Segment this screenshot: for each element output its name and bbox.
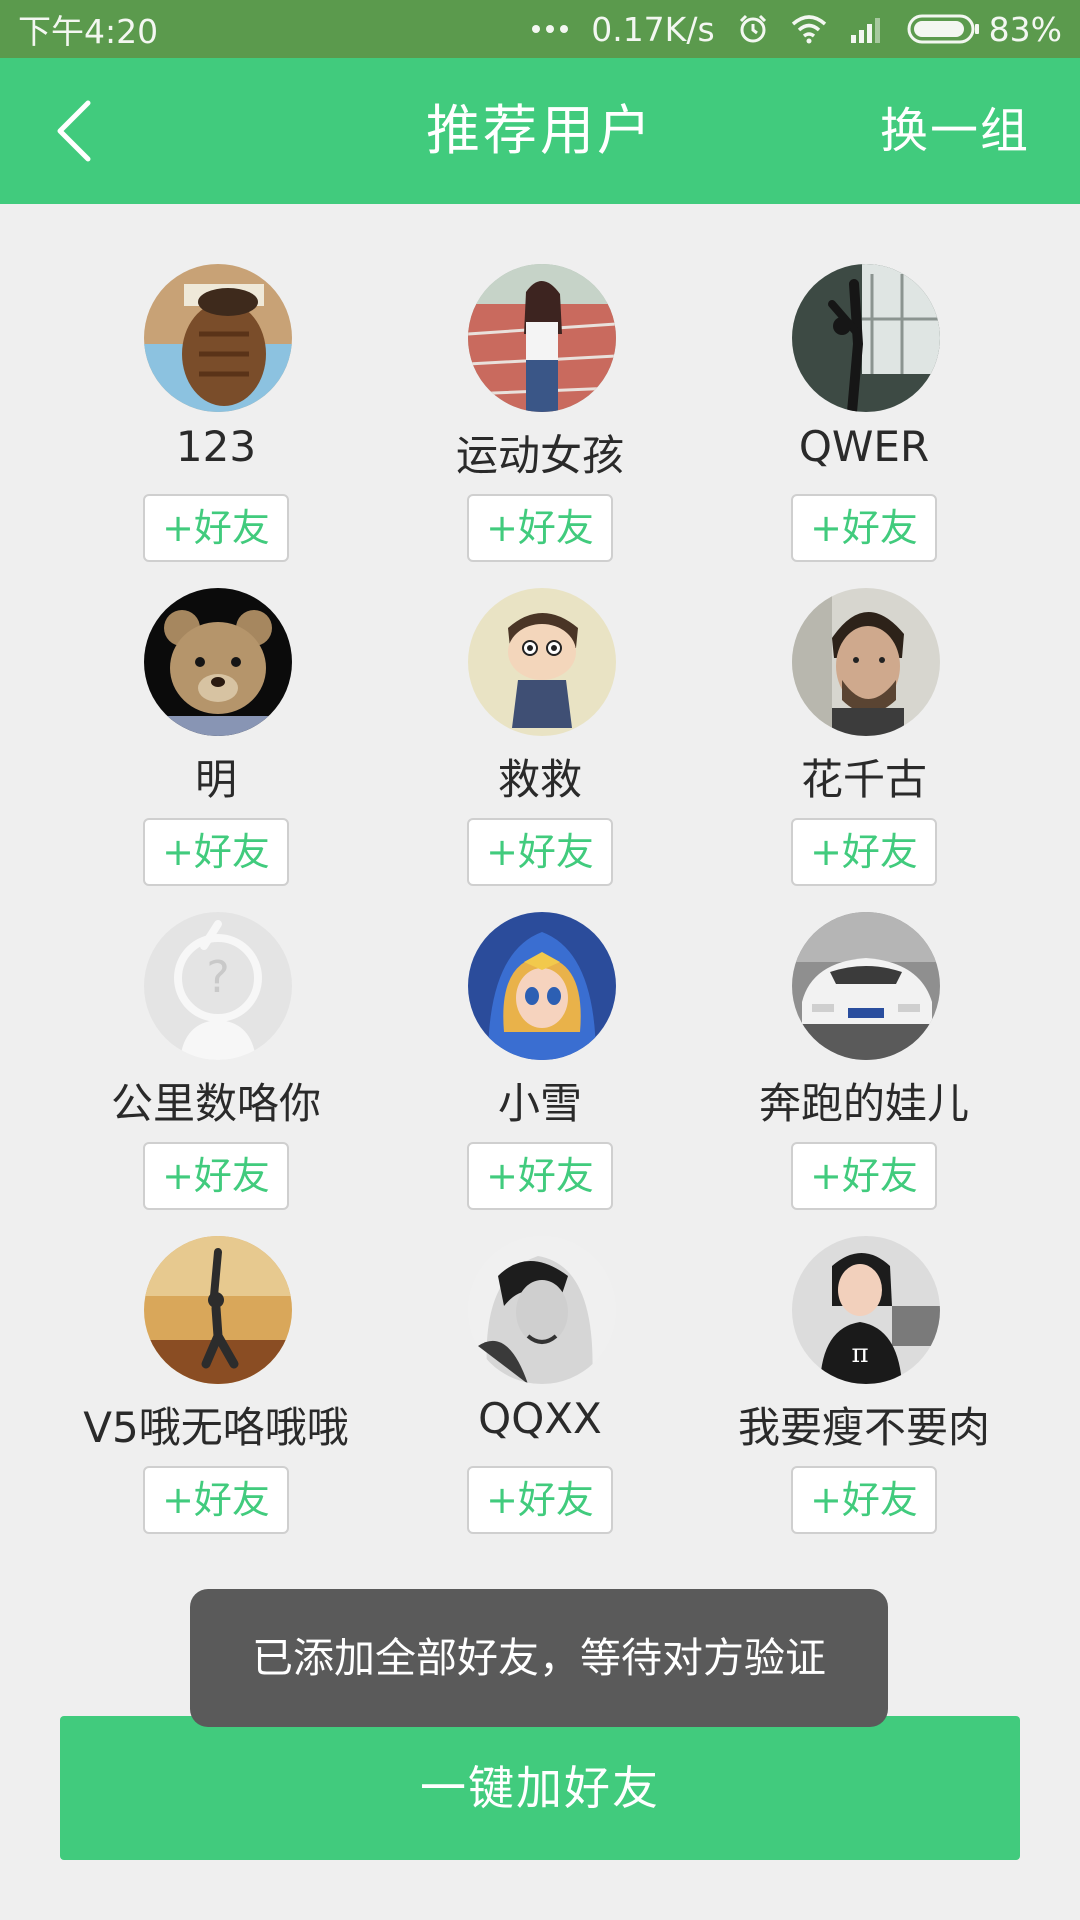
- game-princess-avatar[interactable]: [468, 912, 616, 1060]
- user-name: 123: [175, 422, 257, 471]
- office-woman-avatar[interactable]: π: [792, 1236, 940, 1384]
- user-card: 花千古 +好友: [702, 528, 1026, 886]
- user-card: 运动女孩 +好友: [378, 204, 702, 562]
- user-card: 救救 +好友: [378, 528, 702, 886]
- user-card: V5哦无咯哦哦 +好友: [54, 1176, 378, 1534]
- bearded-man-avatar[interactable]: [792, 588, 940, 736]
- user-card: 奔跑的娃儿 +好友: [702, 852, 1026, 1210]
- blonde-woman-bw-avatar[interactable]: [468, 1236, 616, 1384]
- user-name: QWER: [798, 422, 930, 471]
- user-card: 123 +好友: [54, 204, 378, 562]
- status-time: 下午4:20: [18, 12, 159, 51]
- status-bar: 下午4:20 0.17K/s 83%: [0, 0, 1080, 58]
- user-name: 救救: [497, 755, 582, 804]
- svg-text:?: ?: [206, 952, 229, 1003]
- toast-message: 已添加全部好友，等待对方验证: [190, 1589, 888, 1727]
- user-name: V5哦无咯哦哦: [83, 1403, 349, 1452]
- network-speed: 0.17K/s: [591, 9, 715, 49]
- yoga-woman-avatar[interactable]: [144, 1236, 292, 1384]
- user-name: 奔跑的娃儿: [758, 1079, 969, 1128]
- user-name: QQXX: [478, 1394, 602, 1443]
- girl-on-track-avatar[interactable]: [468, 264, 616, 412]
- white-car-avatar[interactable]: [792, 912, 940, 1060]
- refresh-group-button[interactable]: 换一组: [880, 58, 1030, 204]
- user-card: π 我要瘦不要肉 +好友: [702, 1176, 1026, 1534]
- cartoon-boy-avatar[interactable]: [468, 588, 616, 736]
- user-card: QWER +好友: [702, 204, 1026, 562]
- status-icons: 0.17K/s 83%: [531, 10, 1062, 49]
- add-all-friends-button[interactable]: 一键加好友: [60, 1716, 1020, 1860]
- user-name: 公里数咯你: [110, 1079, 321, 1128]
- svg-text:π: π: [851, 1339, 868, 1369]
- signal-icon: [850, 18, 880, 43]
- user-card: 明 +好友: [54, 528, 378, 886]
- battery-indicator: 83%: [907, 10, 1062, 49]
- user-name: 小雪: [497, 1079, 582, 1128]
- muscular-warrior-avatar[interactable]: [144, 264, 292, 412]
- battery-icon: [907, 14, 979, 44]
- add-friend-button[interactable]: +好友: [791, 1466, 937, 1534]
- battery-percent: 83%: [988, 9, 1062, 49]
- dancer-stretch-avatar[interactable]: [792, 264, 940, 412]
- add-friend-button[interactable]: +好友: [467, 1466, 613, 1534]
- more-dots-icon: [532, 25, 569, 33]
- user-name: 花千古: [800, 755, 927, 804]
- user-name: 我要瘦不要肉: [737, 1403, 990, 1452]
- user-card: 小雪 +好友: [378, 852, 702, 1210]
- user-name: 明: [194, 755, 237, 804]
- teddy-bear-avatar[interactable]: [144, 588, 292, 736]
- wifi-icon: [791, 15, 826, 44]
- app-header: 推荐用户 换一组: [0, 58, 1080, 204]
- alarm-icon: [739, 14, 766, 43]
- user-card: ? 公里数咯你 +好友: [54, 852, 378, 1210]
- default-question-avatar[interactable]: ?: [144, 912, 292, 1060]
- user-name: 运动女孩: [455, 431, 624, 480]
- add-friend-button[interactable]: +好友: [143, 1466, 289, 1534]
- user-card: QQXX +好友: [378, 1176, 702, 1534]
